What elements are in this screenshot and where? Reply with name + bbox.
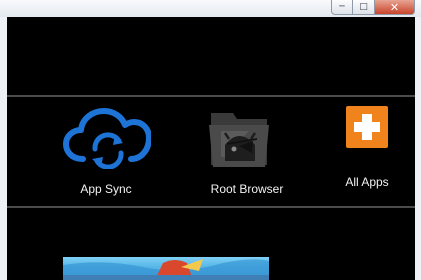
window-titlebar: ─ □ ✕: [0, 0, 421, 17]
root-browser-icon: [209, 113, 269, 167]
preview-artwork: [63, 259, 269, 280]
root-browser-label: Root Browser: [210, 182, 284, 196]
app-sync-label: App Sync: [80, 182, 132, 196]
all-apps-plus-icon: [346, 106, 388, 148]
close-button[interactable]: ✕: [375, 0, 415, 15]
device-screen: App Sync Root Browser All Apps: [7, 17, 415, 280]
bottom-divider: [7, 206, 415, 208]
maximize-button[interactable]: □: [353, 0, 375, 15]
top-divider: [7, 95, 415, 97]
window-frame-right: [415, 17, 421, 280]
cloud-sync-icon: [63, 108, 151, 169]
window-frame-left: [0, 17, 7, 280]
game-preview-thumbnail[interactable]: [63, 257, 269, 280]
window-controls: ─ □ ✕: [331, 0, 415, 15]
minimize-button[interactable]: ─: [331, 0, 353, 15]
all-apps-label: All Apps: [345, 175, 389, 189]
